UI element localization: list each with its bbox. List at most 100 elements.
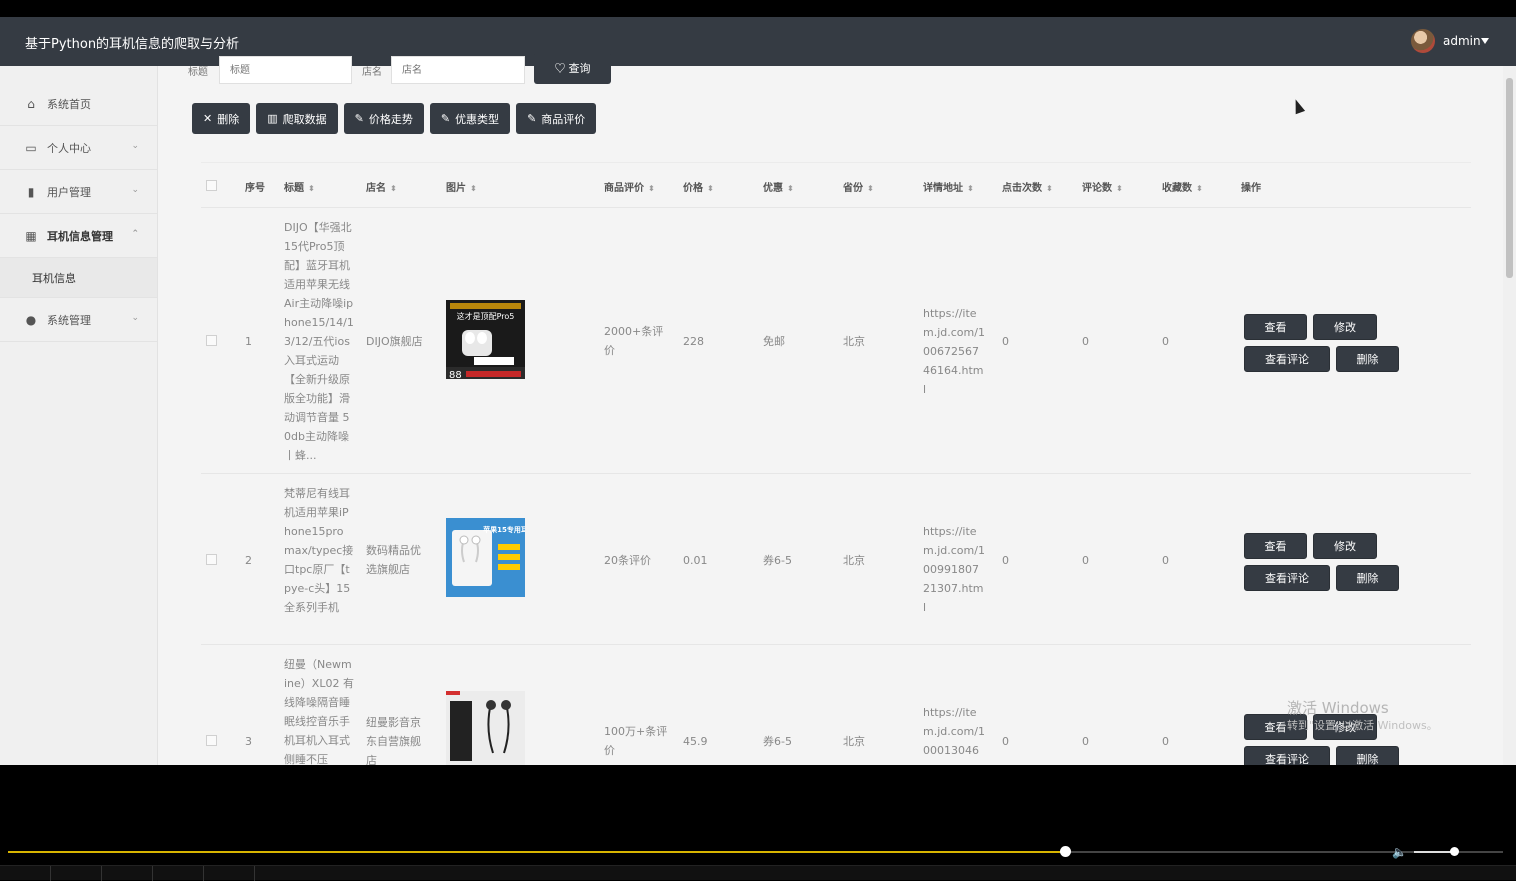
view-comments-button[interactable]: 查看评论 [1244, 746, 1330, 765]
shop-search-label: 店名 [362, 67, 382, 78]
sort-icon: ⬍ [1196, 183, 1203, 193]
delete-button[interactable]: ✕ 删除 [192, 103, 251, 134]
cell-price: 45.9 [683, 735, 708, 748]
col-url[interactable]: 详情地址 ⬍ [923, 179, 974, 194]
product-image[interactable] [446, 691, 525, 765]
sidebar-item-label: 个人中心 [47, 141, 91, 155]
col-image[interactable]: 图片 ⬍ [446, 179, 477, 194]
query-button[interactable]: ♡ 查询 [534, 52, 611, 84]
view-button[interactable]: 查看 [1244, 314, 1307, 340]
product-image[interactable]: 苹果15专用耳机 [446, 518, 535, 597]
sort-icon: ⬍ [470, 183, 477, 193]
row-delete-button[interactable]: 删除 [1336, 565, 1399, 591]
col-favorites[interactable]: 收藏数 ⬍ [1162, 179, 1203, 194]
cell-discount: 券6-5 [763, 554, 792, 567]
windows-activation-hint: 转到"设置"以激活 Windows。 [1287, 719, 1438, 732]
col-title[interactable]: 标题 ⬍ [284, 179, 315, 194]
col-shop[interactable]: 店名 ⬍ [366, 179, 397, 194]
cell-price: 0.01 [683, 554, 708, 567]
cell-favorites: 0 [1162, 335, 1169, 348]
cell-favorites: 0 [1162, 735, 1169, 748]
sidebar-item-earphone-management[interactable]: ▦ 耳机信息管理 ⌃ [0, 214, 157, 258]
cell-url: https://item.jd.com/10099180721307.html [923, 525, 985, 614]
chevron-down-icon: ⌄ [131, 185, 139, 195]
view-comments-button[interactable]: 查看评论 [1244, 565, 1330, 591]
row-checkbox[interactable] [206, 335, 217, 346]
col-province[interactable]: 省份 ⬍ [843, 179, 874, 194]
row-checkbox[interactable] [206, 735, 217, 746]
sidebar-item-label: 耳机信息管理 [47, 229, 113, 243]
progress-bar[interactable] [8, 846, 1503, 857]
row-delete-button[interactable]: 删除 [1336, 746, 1399, 765]
col-comments[interactable]: 评论数 ⬍ [1082, 179, 1123, 194]
volume-icon[interactable]: 🔈 [1392, 845, 1407, 859]
row-checkbox[interactable] [206, 554, 217, 565]
app-window: 基于Python的耳机信息的爬取与分析 admin ⌂ 系统首页 ▭ 个人中心 … [0, 17, 1516, 765]
scrollbar-thumb[interactable] [1506, 78, 1513, 278]
crawl-data-button[interactable]: ▥ 爬取数据 [256, 103, 338, 134]
bar-chart-icon: ▥ [267, 112, 278, 125]
select-all-checkbox[interactable] [206, 180, 217, 191]
chevron-down-icon: ⌄ [131, 141, 139, 151]
edit-button[interactable]: 修改 [1313, 533, 1377, 559]
volume-knob[interactable] [1449, 847, 1459, 856]
pencil-icon: ✎ [527, 112, 537, 125]
col-discount[interactable]: 优惠 ⬍ [763, 179, 794, 194]
cell-rating: 2000+条评价 [604, 325, 664, 357]
cell-clicks: 0 [1002, 554, 1009, 567]
cell-province: 北京 [843, 554, 865, 567]
sidebar-item-label: 用户管理 [47, 185, 91, 199]
view-button[interactable]: 查看 [1244, 533, 1307, 559]
col-index: 序号 [245, 183, 265, 194]
user-name[interactable]: admin [1443, 34, 1481, 48]
cell-favorites: 0 [1162, 554, 1169, 567]
col-clicks[interactable]: 点击次数 ⬍ [1002, 179, 1053, 194]
cell-url: https://item.jd.com/1000130469 [923, 706, 985, 765]
edit-button[interactable]: 修改 [1313, 314, 1377, 340]
toolbar: ✕ 删除 ▥ 爬取数据 ✎ 价格走势 ✎ 优惠类型 ✎ 商品评价 [192, 103, 597, 134]
product-image-caption: 苹果15专用耳机 [483, 525, 525, 534]
sidebar-item-label: 系统首页 [47, 97, 91, 111]
sidebar-subitem-earphone-info[interactable]: 耳机信息 [0, 258, 157, 298]
caret-down-icon[interactable] [1481, 38, 1489, 44]
table-row: 3 纽曼（Newmine）XL02 有线降噪隔音睡眠线控音乐手机耳机入耳式侧睡不… [201, 645, 1471, 765]
col-rating[interactable]: 商品评价 ⬍ [604, 179, 655, 194]
card-icon: ▭ [25, 140, 37, 155]
progress-knob[interactable] [1059, 846, 1071, 857]
cell-clicks: 0 [1002, 735, 1009, 748]
sidebar-item-home[interactable]: ⌂ 系统首页 [0, 82, 157, 126]
discount-type-button[interactable]: ✎ 优惠类型 [429, 103, 511, 134]
home-icon: ⌂ [27, 96, 35, 111]
avatar[interactable] [1411, 29, 1435, 53]
svg-text:88: 88 [449, 370, 462, 379]
discount-type-button-label: 优惠类型 [455, 112, 500, 126]
sidebar: ⌂ 系统首页 ▭ 个人中心 ⌄ ▮ 用户管理 ⌄ ▦ 耳机信息管理 ⌃ 耳机信息… [0, 66, 158, 765]
sidebar-item-profile[interactable]: ▭ 个人中心 ⌄ [0, 126, 157, 170]
title-search-input[interactable] [219, 56, 352, 84]
volume-slider[interactable] [1414, 847, 1502, 856]
page-scrollbar[interactable] [1503, 66, 1516, 765]
cell-rating: 100万+条评价 [604, 725, 668, 757]
sidebar-item-system[interactable]: ● 系统管理 ⌄ [0, 298, 157, 342]
video-player-controls: 🔈 [0, 765, 1516, 881]
table-row: 1 DIJO【华强北15代Pro5顶配】蓝牙耳机适用苹果无线Air主动降噪iph… [201, 208, 1471, 474]
col-clicks-label: 点击次数 [1002, 183, 1042, 194]
cell-index: 3 [245, 735, 252, 748]
product-review-button[interactable]: ✎ 商品评价 [516, 103, 597, 134]
shop-search-input[interactable] [391, 56, 525, 84]
table-row: 2 梵蒂尼有线耳机适用苹果iPhone15promax/typec接口tpc原厂… [201, 474, 1471, 645]
row-delete-button[interactable]: 删除 [1336, 346, 1399, 372]
windows-activation-watermark: 激活 Windows [1287, 699, 1389, 717]
col-price[interactable]: 价格 ⬍ [683, 179, 714, 194]
user-icon: ● [25, 312, 37, 327]
col-comments-label: 评论数 [1082, 183, 1112, 194]
col-province-label: 省份 [843, 183, 863, 194]
sidebar-item-users[interactable]: ▮ 用户管理 ⌄ [0, 170, 157, 214]
product-image[interactable]: 这才是顶配Pro5 88 [446, 300, 525, 381]
chevron-up-icon: ⌃ [131, 229, 139, 239]
view-comments-button[interactable]: 查看评论 [1244, 346, 1330, 372]
cell-price: 228 [683, 335, 704, 348]
price-trend-button[interactable]: ✎ 价格走势 [343, 103, 424, 134]
progress-fill [8, 851, 1065, 853]
sidebar-item-label: 系统管理 [47, 313, 91, 327]
